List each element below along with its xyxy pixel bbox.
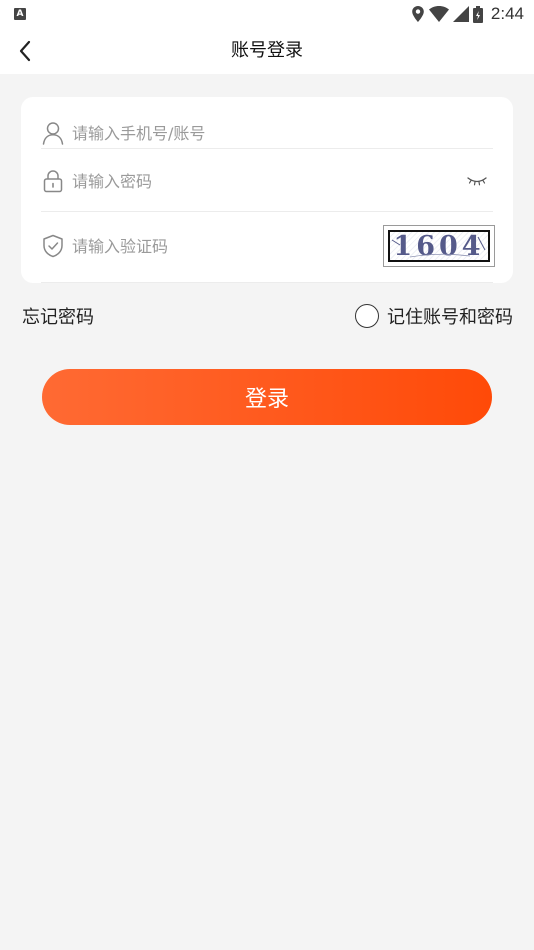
status-time: 2:44	[490, 4, 524, 23]
user-icon	[41, 121, 65, 145]
captcha-frame: 1604	[388, 230, 490, 262]
login-options: 忘记密码 记住账号和密码	[22, 300, 513, 332]
eye-closed-icon[interactable]	[463, 171, 491, 191]
status-right: 2:44	[411, 4, 524, 24]
verification-code-field: 1604	[41, 215, 495, 277]
remember-radio[interactable]	[355, 304, 379, 328]
nav-bar: 账号登录	[0, 28, 534, 74]
signal-icon	[452, 6, 469, 22]
status-bar: A 2:44	[0, 0, 534, 28]
login-form-card: 1604	[21, 97, 513, 283]
status-left: A	[14, 8, 26, 20]
divider	[41, 148, 493, 149]
divider	[41, 211, 493, 212]
wifi-icon	[428, 6, 449, 22]
app-notification-icon: A	[14, 8, 26, 20]
lock-icon	[41, 169, 65, 193]
battery-icon	[472, 5, 483, 23]
captcha-image[interactable]: 1604	[383, 225, 495, 267]
shield-check-icon	[41, 234, 65, 258]
verification-code-input[interactable]	[72, 236, 383, 256]
phone-input[interactable]	[72, 123, 493, 143]
password-field	[41, 152, 493, 210]
login-button[interactable]: 登录	[42, 369, 492, 425]
divider	[41, 282, 493, 283]
forgot-password-link[interactable]: 忘记密码	[22, 303, 94, 329]
location-icon	[412, 6, 424, 22]
remember-me-toggle[interactable]: 记住账号和密码	[355, 303, 513, 329]
captcha-noise	[391, 236, 486, 258]
page-title: 账号登录	[231, 40, 303, 61]
password-input[interactable]	[72, 171, 463, 191]
remember-label: 记住账号和密码	[387, 307, 513, 328]
